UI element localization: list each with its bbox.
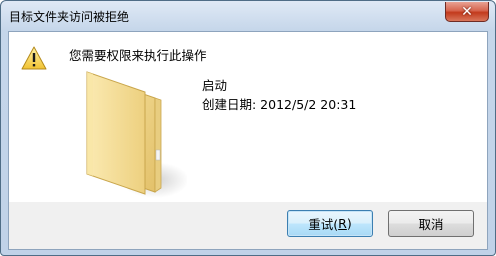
cancel-button[interactable]: 取消 xyxy=(388,210,474,237)
warning-icon xyxy=(21,46,47,70)
error-message: 您需要权限来执行此操作 xyxy=(69,48,207,63)
retry-label-end: ) xyxy=(346,216,352,231)
retry-label-start: 重试( xyxy=(308,217,339,232)
item-name: 启动 xyxy=(202,78,228,93)
item-created-date: 创建日期: 2012/5/2 20:31 xyxy=(202,97,357,112)
retry-button[interactable]: 重试(R) xyxy=(287,210,373,237)
dialog-content: 您需要权限来执行此操作 启动 创建日期: 2012/5/2 20:31 重试(… xyxy=(8,31,488,250)
close-icon: ✕ xyxy=(461,3,473,20)
close-button[interactable]: ✕ xyxy=(445,2,489,22)
window-title: 目标文件夹访问被拒绝 xyxy=(9,10,130,24)
dialog-window: 目标文件夹访问被拒绝 ✕ 您需要权限来执行此操作 启动 创建日期: 2012/5… xyxy=(0,0,496,256)
cancel-label: 取消 xyxy=(418,217,444,232)
retry-mnemonic: R xyxy=(338,216,347,231)
folder-icon xyxy=(86,71,187,198)
title-bar[interactable]: 目标文件夹访问被拒绝 ✕ xyxy=(1,1,495,31)
